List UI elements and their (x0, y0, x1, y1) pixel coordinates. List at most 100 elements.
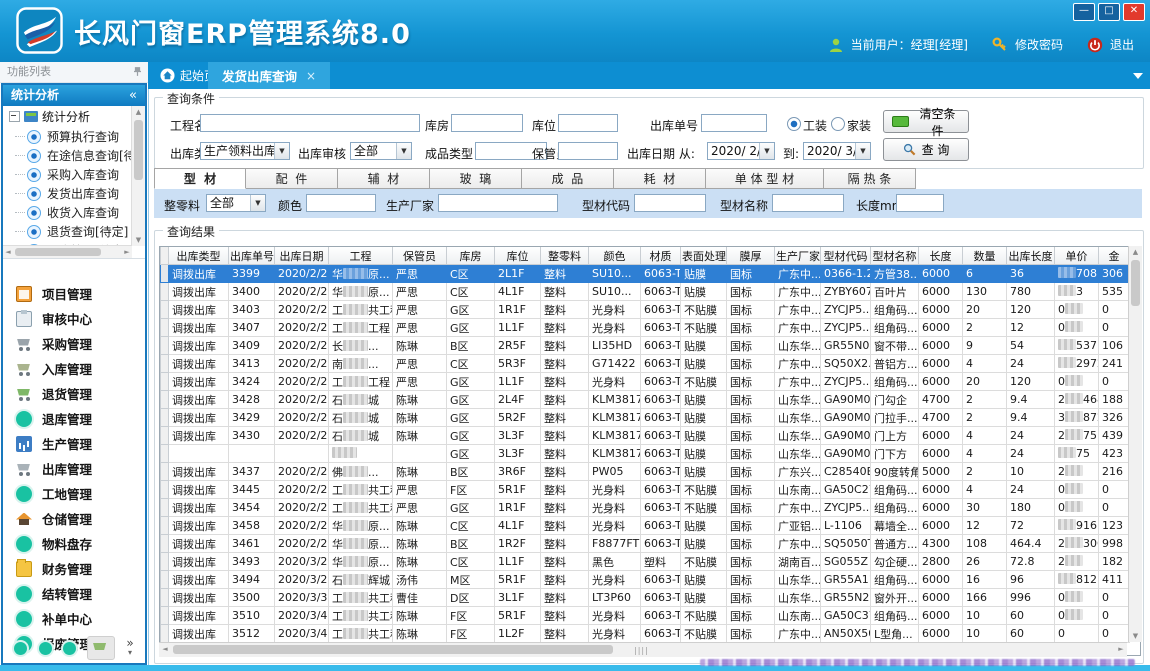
column-header[interactable]: 出库长度 (1007, 247, 1055, 265)
material-tab[interactable]: 单 体 型 材 (706, 168, 824, 189)
minimize-button[interactable]: — (1073, 3, 1095, 21)
scroll-left-icon[interactable]: ◄ (3, 246, 13, 258)
scroll-up-icon[interactable]: ▲ (1129, 246, 1142, 258)
table-row[interactable]: 调拨出库34282020/2/26石城陈琳G区2L4F整料KLM38176063… (161, 391, 1130, 409)
sidebar-module-item[interactable]: 采购管理 (3, 331, 145, 356)
column-header[interactable]: 表面处理 (681, 247, 727, 265)
tree-horizontal-scrollbar[interactable]: ◄ ► (3, 245, 132, 258)
column-header[interactable]: 型材名称 (871, 247, 919, 265)
date-to-picker[interactable]: 2020/ 3/16 (803, 142, 871, 160)
table-row[interactable]: 调拨出库34612020/2/28华原...陈琳B区1R2F整料F8877FT6… (161, 535, 1130, 553)
tab-close-icon[interactable]: × (306, 69, 316, 83)
column-header[interactable]: 出库单号 (229, 247, 275, 265)
scroll-left-icon[interactable]: ◄ (159, 643, 171, 655)
sidebar-module-item[interactable]: 结转管理 (3, 581, 145, 606)
module-dot-icon[interactable] (39, 642, 52, 655)
table-row[interactable]: 调拨出库34132020/2/26南...严思C区5R3F整料G71422606… (161, 355, 1130, 373)
radio-home-decor[interactable] (831, 117, 845, 131)
clear-conditions-button[interactable]: 清空条件 (883, 110, 969, 133)
column-header[interactable]: 出库日期 (275, 247, 329, 265)
column-header[interactable]: 出库类型 (169, 247, 229, 265)
tree-item[interactable]: 采购入库查询 (3, 165, 145, 184)
module-dot-icon[interactable] (14, 642, 27, 655)
column-header[interactable]: 生产厂家 (775, 247, 821, 265)
collapse-icon[interactable]: « (129, 85, 137, 106)
audit-dropdown[interactable]: 全部 (350, 142, 412, 160)
cart-module-button[interactable] (87, 636, 115, 660)
name-input[interactable] (772, 194, 844, 212)
material-tab[interactable]: 成 品 (522, 168, 614, 189)
search-button[interactable]: 查 询 (883, 138, 969, 161)
tree-item[interactable]: 发货出库查询 (3, 184, 145, 203)
maximize-button[interactable]: □ (1098, 3, 1120, 21)
material-tab[interactable]: 耗 材 (614, 168, 706, 189)
table-row[interactable]: 调拨出库34072020/2/25工工程严思G区1L1F整料光身料6063-T5… (161, 319, 1130, 337)
column-header[interactable]: 工程 (329, 247, 393, 265)
length-input[interactable] (896, 194, 944, 212)
tree-item[interactable]: 预算执行查询 (3, 127, 145, 146)
table-row[interactable]: 调拨出库34002020/2/25华原...严思C区4L1F整料SU10...6… (161, 283, 1130, 301)
grid-horizontal-scrollbar[interactable]: ◄ |||| ► (159, 642, 1127, 657)
sidebar-module-item[interactable]: 退货管理 (3, 381, 145, 406)
tree-vertical-scrollbar[interactable]: ▲ ▼ (131, 106, 145, 246)
sidebar-module-item[interactable]: 财务管理 (3, 556, 145, 581)
tab-active[interactable]: 发货出库查询 × (208, 62, 330, 89)
keeper-input[interactable] (558, 142, 618, 160)
table-row[interactable]: 调拨出库34582020/2/28华原...陈琳C区4L1F整料光身料6063-… (161, 517, 1130, 535)
more-modules-button[interactable]: »▾ (126, 639, 133, 657)
tree-item[interactable]: 收货入库查询 (3, 203, 145, 222)
table-row[interactable]: 调拨出库34932020/3/2华原...陈琳C区1L1F整料黑色塑料不贴膜国标… (161, 553, 1130, 571)
column-header[interactable]: 型材代码 (821, 247, 871, 265)
table-row[interactable]: 调拨出库34452020/2/27工共工程严思F区5R1F整料光身料6063-T… (161, 481, 1130, 499)
table-row[interactable]: 调拨出库34032020/2/25工共工程严思G区1R1F整料光身料6063-T… (161, 301, 1130, 319)
table-row[interactable]: 调拨出库34292020/2/26石城陈琳G区5R2F整料KLM38176063… (161, 409, 1130, 427)
sidebar-module-item[interactable]: 补单中心 (3, 606, 145, 631)
material-tab[interactable]: 辅 材 (338, 168, 430, 189)
material-tab[interactable]: 配 件 (246, 168, 338, 189)
table-row[interactable]: 调拨出库33992020/2/25华原...严思C区2L1F整料SU10...6… (161, 265, 1130, 283)
material-tab[interactable]: 型 材 (154, 168, 246, 189)
sidebar-module-item[interactable]: 物料盘存 (3, 531, 145, 556)
radio-work-decor[interactable] (787, 117, 801, 131)
out-type-dropdown[interactable]: 生产领料出库 (200, 142, 290, 160)
whole-part-dropdown[interactable]: 全部 (206, 194, 266, 212)
column-header[interactable]: 数量 (963, 247, 1007, 265)
column-header[interactable]: 库位 (495, 247, 541, 265)
module-dot-icon[interactable] (63, 642, 76, 655)
tree-item[interactable]: 在途信息查询[待 (3, 146, 145, 165)
sidebar-module-item[interactable]: 生产管理 (3, 431, 145, 456)
scroll-up-icon[interactable]: ▲ (132, 106, 145, 118)
column-header[interactable]: 材质 (641, 247, 681, 265)
tree-item[interactable]: 退货查询[待定] (3, 222, 145, 241)
column-header[interactable]: 保管员 (393, 247, 447, 265)
sidebar-module-item[interactable]: 审核中心 (3, 306, 145, 331)
sidebar-module-item[interactable]: 项目管理 (3, 281, 145, 306)
tab-list-dropdown-icon[interactable] (1133, 73, 1143, 84)
maker-input[interactable] (438, 194, 558, 212)
table-row[interactable]: 调拨出库34542020/2/28工共工程严思G区1R1F整料光身料6063-T… (161, 499, 1130, 517)
logout-link[interactable]: 退出 (1110, 36, 1134, 53)
column-header[interactable]: 单价 (1055, 247, 1099, 265)
material-tab[interactable]: 隔 热 条 (824, 168, 916, 189)
grid-vertical-scrollbar[interactable]: ▲ ▼ (1128, 246, 1142, 642)
date-from-picker[interactable]: 2020/ 2/16 (707, 142, 775, 160)
table-row[interactable]: 调拨出库34242020/2/26工工程严思G区1L1F整料光身料6063-T5… (161, 373, 1130, 391)
radio-home-label[interactable]: 家装 (847, 117, 871, 134)
column-header[interactable]: 长度 (919, 247, 963, 265)
order-no-input[interactable] (701, 114, 767, 132)
table-row[interactable]: 调拨出库34372020/2/27佛...陈琳B区3R6F整料PW056063-… (161, 463, 1130, 481)
sidebar-module-item[interactable]: 工地管理 (3, 481, 145, 506)
sidebar-module-item[interactable]: 仓储管理 (3, 506, 145, 531)
location-input[interactable] (558, 114, 618, 132)
scroll-down-icon[interactable]: ▼ (132, 234, 145, 246)
column-header[interactable]: 膜厚 (727, 247, 775, 265)
table-row[interactable]: 调拨出库35122020/3/4工共工程陈琳F区1L2F整料光身料6063-T5… (161, 625, 1130, 643)
column-header[interactable]: 库房 (447, 247, 495, 265)
table-row[interactable]: G区3L3F整料KLM38176063-T5贴膜国标山东华...GA90M09.… (161, 445, 1130, 463)
stat-group-header[interactable]: 统计分析 « (3, 85, 145, 106)
scroll-right-icon[interactable]: ► (122, 246, 132, 258)
table-row[interactable]: 调拨出库35102020/3/4工共工程陈琳F区5R1F整料光身料6063-T5… (161, 607, 1130, 625)
pin-icon[interactable] (134, 66, 141, 77)
close-button[interactable]: ✕ (1123, 3, 1145, 21)
sidebar-module-item[interactable]: 入库管理 (3, 356, 145, 381)
